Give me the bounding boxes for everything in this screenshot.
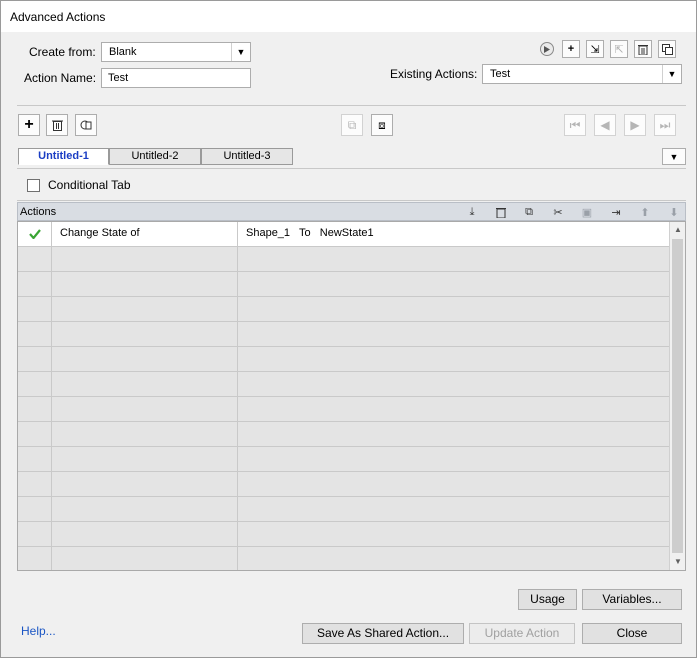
scroll-thumb[interactable] [672,239,683,553]
export-action-icon[interactable]: ⇱ [610,40,628,58]
conditional-tab-checkbox[interactable] [27,179,40,192]
help-link[interactable]: Help... [21,624,56,638]
tab-untitled-1[interactable]: Untitled-1 [18,148,109,165]
copy-decision-icon[interactable]: ⧉ [341,114,363,136]
existing-actions-label: Existing Actions: [390,67,478,81]
update-action-button[interactable]: Update Action [469,623,575,644]
table-row[interactable] [18,447,669,472]
scroll-up-icon[interactable]: ▲ [670,222,685,238]
vertical-scrollbar[interactable]: ▲ ▼ [669,222,685,570]
tabs-menu-chevron-icon[interactable]: ▼ [662,148,686,165]
conditional-tab-label: Conditional Tab [48,178,131,192]
indent-row-icon[interactable]: ⇥ [607,204,625,220]
close-button[interactable]: Close [582,623,682,644]
delete-row-icon[interactable] [492,204,510,220]
chevron-down-icon: ▼ [231,43,250,61]
actions-header-label: Actions [20,206,57,218]
usage-button[interactable]: Usage [518,589,577,610]
advanced-actions-dialog: Advanced Actions Create from: Blank ▼ Ac… [0,0,697,658]
scroll-down-icon[interactable]: ▼ [670,554,685,570]
paste-row-icon[interactable]: ▣ [578,204,596,220]
action-name-field[interactable]: Test [101,68,251,88]
target-cell[interactable]: Shape_1 To NewState1 [238,222,669,246]
table-row[interactable]: Change State of Shape_1 To NewState1 [18,222,669,247]
action-name-label: Action Name: [24,71,97,85]
row-check-cell[interactable] [18,222,52,246]
actions-header: Actions ⤓ ⧉ ✂ ▣ ⇥ ⬆ ⬇ [17,202,686,221]
next-decision-icon[interactable]: ▶ [624,114,646,136]
divider [17,105,686,106]
preview-play-icon[interactable] [540,42,554,56]
duplicate-action-icon[interactable] [658,40,676,58]
tab-untitled-3[interactable]: Untitled-3 [201,148,293,165]
table-row[interactable] [18,397,669,422]
title-bar: Advanced Actions [1,1,696,32]
table-row[interactable] [18,247,669,272]
create-from-value: Blank [109,46,137,58]
create-from-label: Create from: [29,45,96,59]
existing-actions-value: Test [490,68,511,80]
table-row[interactable] [18,297,669,322]
add-decision-button[interactable]: + [18,114,40,136]
import-action-icon[interactable]: ⇲ [586,40,604,58]
table-row[interactable] [18,272,669,297]
table-row[interactable] [18,322,669,347]
variables-button[interactable]: Variables... [582,589,682,610]
table-row[interactable] [18,547,669,570]
table-row[interactable] [18,422,669,447]
window-title: Advanced Actions [10,10,106,24]
actions-grid: Change State of Shape_1 To NewState1 ▲ ▼ [17,221,686,571]
table-row[interactable] [18,522,669,547]
move-up-icon[interactable]: ⬆ [636,204,654,220]
paste-decision-icon[interactable]: ⧈ [371,114,393,136]
last-decision-icon[interactable]: ⏭ [654,114,676,136]
duplicate-decision-button[interactable] [75,114,97,136]
checkmark-icon [28,229,41,239]
first-decision-icon[interactable]: ⏮ [564,114,586,136]
conditional-tab-row: Conditional Tab [17,168,686,201]
save-as-shared-action-button[interactable]: Save As Shared Action... [302,623,464,644]
chevron-down-icon: ▼ [662,65,681,83]
move-down-icon[interactable]: ⬇ [665,204,683,220]
copy-row-icon[interactable]: ⧉ [520,204,538,220]
table-row[interactable] [18,372,669,397]
table-row[interactable] [18,497,669,522]
new-action-icon[interactable]: + [562,40,580,58]
create-from-dropdown[interactable]: Blank ▼ [101,42,251,62]
table-row[interactable] [18,472,669,497]
delete-decision-button[interactable] [46,114,68,136]
cut-row-icon[interactable]: ✂ [549,204,567,220]
insert-row-icon[interactable]: ⤓ [463,204,481,220]
existing-actions-dropdown[interactable]: Test ▼ [482,64,682,84]
delete-action-icon[interactable] [634,40,652,58]
action-cell[interactable]: Change State of [52,222,238,246]
tab-untitled-2[interactable]: Untitled-2 [109,148,201,165]
previous-decision-icon[interactable]: ◀ [594,114,616,136]
table-row[interactable] [18,347,669,372]
